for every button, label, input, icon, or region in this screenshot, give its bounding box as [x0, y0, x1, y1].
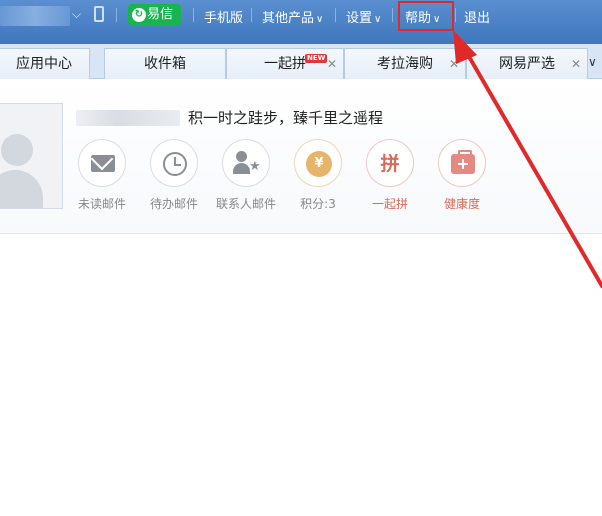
username-blurred	[76, 110, 180, 126]
stat-label: 一起拼	[371, 197, 408, 211]
slogan-text: 积一时之跬步，臻千里之遥程	[188, 109, 384, 127]
stat-label: 健康度	[443, 197, 480, 211]
contact-head-shape	[236, 151, 247, 162]
contact-star-icon: ★	[222, 139, 270, 187]
tab-inbox[interactable]: 收件箱	[104, 48, 226, 79]
stat-circle: 拼	[366, 139, 414, 187]
stat-unread-mail[interactable]: 未读邮件	[69, 139, 135, 212]
avatar-body-shape	[0, 170, 43, 208]
divider	[455, 8, 456, 22]
points-coin-icon: ¥	[306, 151, 332, 177]
stat-label: 积分:3	[300, 197, 336, 211]
account-name-blurred[interactable]	[0, 6, 70, 26]
help-highlight-box	[398, 1, 454, 31]
pin-icon: 拼	[380, 153, 400, 175]
tab-bar: 应用中心 收件箱 一起拼 NEW ✕ 考拉海购 ✕ 网易严选 ✕ ∨	[0, 44, 602, 79]
yixin-logo-icon: ↻	[132, 8, 146, 22]
stat-circle: ¥	[294, 139, 342, 187]
divider	[335, 8, 336, 22]
contact-body-shape	[233, 163, 250, 174]
close-tab-icon[interactable]: ✕	[327, 49, 337, 79]
avatar[interactable]	[0, 103, 63, 209]
health-kit-icon	[451, 150, 475, 174]
tab-kaola[interactable]: 考拉海购 ✕	[344, 48, 466, 79]
account-chevron-down-icon[interactable]: ⌵	[72, 7, 81, 22]
top-bar: ⌵ ↻ 易信 手机版 其他产品 ∨ 设置 ∨ 帮助 ∨ 退出	[0, 0, 602, 44]
tab-label: 网易严选	[499, 56, 555, 72]
tab-yanxuan[interactable]: 网易严选 ✕	[466, 48, 588, 79]
logout-link[interactable]: 退出	[464, 7, 490, 26]
tab-yiqipin[interactable]: 一起拼 NEW ✕	[226, 48, 344, 79]
tab-label: 考拉海购	[377, 56, 433, 72]
stat-circle	[438, 139, 486, 187]
yixin-button[interactable]: ↻ 易信	[128, 4, 181, 26]
tab-overflow-chevron-icon[interactable]: ∨	[588, 55, 597, 69]
stat-points[interactable]: ¥ 积分:3	[285, 139, 351, 212]
stat-contact-mail[interactable]: ★ 联系人邮件	[213, 139, 279, 212]
stat-circle	[78, 139, 126, 187]
avatar-head-shape	[1, 134, 33, 166]
stat-todo-mail[interactable]: 待办邮件	[141, 139, 207, 212]
stat-label: 联系人邮件	[215, 197, 276, 211]
divider	[116, 8, 117, 22]
star-icon: ★	[249, 159, 261, 174]
stat-label: 未读邮件	[77, 197, 126, 211]
tab-label: 应用中心	[16, 56, 72, 72]
stat-yiqipin[interactable]: 拼 一起拼	[357, 139, 423, 212]
mobile-version-link[interactable]: 手机版	[204, 7, 243, 26]
stat-label: 待办邮件	[149, 197, 198, 211]
divider	[193, 8, 194, 22]
chevron-down-icon: ∨	[374, 14, 382, 25]
divider	[392, 8, 393, 22]
clock-icon	[163, 152, 187, 176]
settings-menu[interactable]: 设置 ∨	[346, 7, 381, 26]
settings-label: 设置	[346, 11, 373, 26]
chevron-down-icon: ∨	[316, 14, 324, 25]
other-products-label: 其他产品	[262, 11, 315, 26]
tab-label: 一起拼	[264, 56, 306, 72]
tab-app-center[interactable]: 应用中心	[0, 48, 90, 79]
other-products-menu[interactable]: 其他产品 ∨	[262, 7, 323, 26]
close-tab-icon[interactable]: ✕	[449, 49, 459, 79]
profile-panel: 积一时之跬步，臻千里之遥程 未读邮件 待办邮件 ★ 联系人邮件 ¥ 积分:3 拼…	[0, 79, 602, 234]
close-tab-icon[interactable]: ✕	[571, 49, 581, 79]
stat-health[interactable]: 健康度	[429, 139, 495, 212]
stat-circle	[150, 139, 198, 187]
yixin-label: 易信	[147, 7, 174, 22]
tab-label: 收件箱	[144, 56, 186, 72]
mobile-phone-icon[interactable]	[94, 6, 104, 22]
divider	[251, 8, 252, 22]
mail-icon	[91, 155, 115, 172]
new-badge: NEW	[305, 54, 328, 63]
